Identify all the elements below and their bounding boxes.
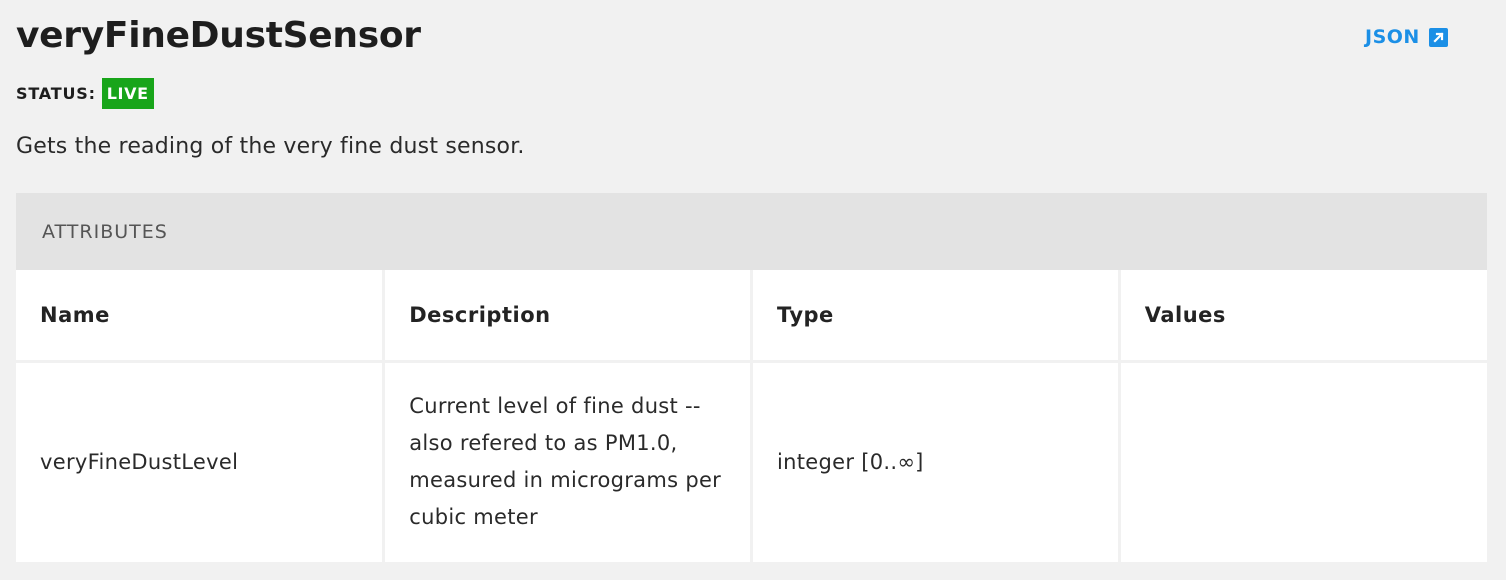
cell-type: integer [0..∞] xyxy=(750,361,1121,562)
cell-description: Current level of fine dust -- also refer… xyxy=(382,361,753,562)
capability-page: veryFineDustSensor JSON STATUS: LIVE Get… xyxy=(0,0,1506,580)
page-title: veryFineDustSensor xyxy=(16,15,421,56)
status-label: STATUS: xyxy=(16,84,96,103)
attributes-section: ATTRIBUTES Name Description Type Values … xyxy=(16,193,1487,562)
cell-name: veryFineDustLevel xyxy=(16,361,386,562)
attributes-section-title: ATTRIBUTES xyxy=(16,193,1487,270)
table-row: veryFineDustLevel Current level of fine … xyxy=(16,361,1487,562)
json-link[interactable]: JSON xyxy=(1365,26,1448,48)
status-row: STATUS: LIVE xyxy=(16,78,154,109)
external-link-icon xyxy=(1428,27,1448,47)
capability-description: Gets the reading of the very fine dust s… xyxy=(16,134,525,159)
status-badge: LIVE xyxy=(101,78,154,109)
column-header-type: Type xyxy=(750,270,1121,363)
table-header-row: Name Description Type Values xyxy=(16,270,1487,363)
attributes-table: Name Description Type Values veryFineDus… xyxy=(16,270,1487,562)
json-link-label: JSON xyxy=(1365,26,1420,48)
column-header-name: Name xyxy=(16,270,386,363)
column-header-description: Description xyxy=(382,270,753,363)
column-header-values: Values xyxy=(1117,270,1487,363)
cell-values xyxy=(1117,361,1487,562)
